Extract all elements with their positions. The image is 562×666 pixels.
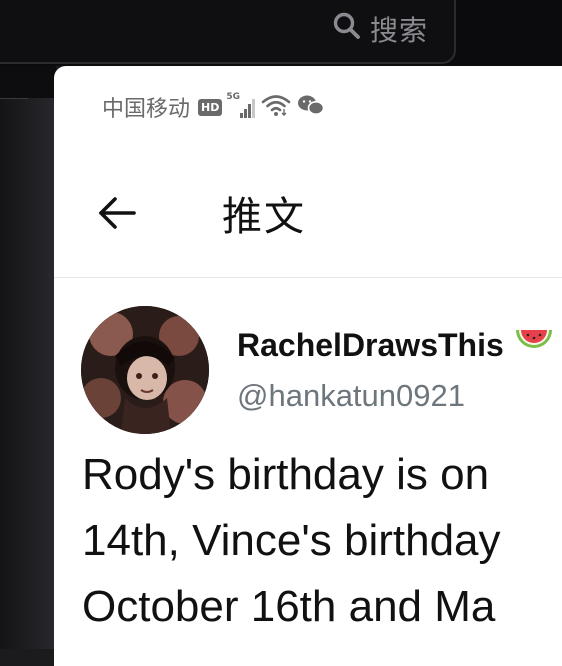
- carrier-name: 中国移动: [102, 97, 191, 122]
- search-button[interactable]: 搜索: [332, 8, 428, 50]
- tweet-text: Rody's birthday is on 14th, Vince's birt…: [82, 442, 562, 640]
- watermelon-icon: [514, 326, 554, 364]
- search-icon: [332, 11, 362, 48]
- signal-icon: 5G: [226, 92, 256, 118]
- divider: [0, 98, 28, 99]
- display-name-text: RachelDrawsThis: [237, 326, 504, 363]
- network-type: 5G: [226, 92, 241, 102]
- tweet-screenshot: 中国移动 HD 5G 推文 RachelDrawsThis @hankatun0…: [54, 66, 562, 666]
- status-bar: 中国移动 HD 5G: [102, 90, 325, 124]
- wechat-icon: [297, 93, 325, 121]
- toolbar-strip: [0, 66, 56, 98]
- avatar[interactable]: [81, 306, 209, 434]
- header-divider: [54, 277, 562, 278]
- wifi-icon: [261, 93, 291, 121]
- tweet-line: October 16th and Ma: [82, 582, 496, 631]
- top-bar: 搜索: [0, 0, 562, 66]
- search-label: 搜索: [370, 14, 429, 47]
- user-handle[interactable]: @hankatun0921: [237, 378, 465, 414]
- left-panel: [0, 98, 56, 649]
- top-navigation: 推文: [54, 166, 562, 262]
- display-name[interactable]: RachelDrawsThis: [237, 326, 554, 364]
- tweet-line: 14th, Vince's birthday: [82, 516, 501, 565]
- page-title: 推文: [222, 194, 306, 240]
- hd-badge: HD: [198, 98, 223, 116]
- back-arrow-icon[interactable]: [94, 190, 140, 236]
- tweet-line: Rody's birthday is on: [82, 450, 490, 499]
